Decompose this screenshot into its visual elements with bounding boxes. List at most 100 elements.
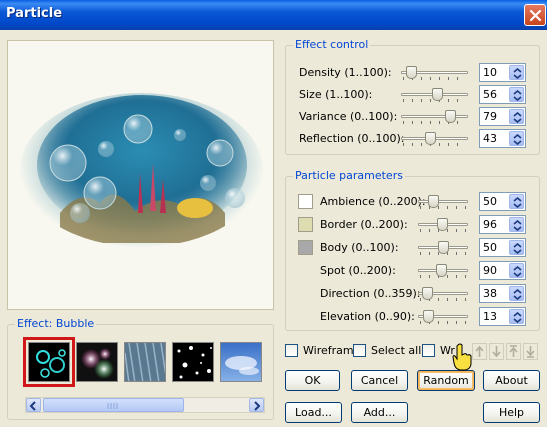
particle-param-spin-5[interactable]: 13 (479, 307, 526, 326)
effect-thumbnail-bubble[interactable] (23, 337, 75, 387)
particle-param-slider-3[interactable] (418, 264, 468, 278)
preview-pane (7, 40, 274, 310)
particle-param-value-0[interactable]: 50 (483, 195, 497, 208)
effect-control-slider-2[interactable] (401, 110, 468, 124)
effect-control-value-1[interactable]: 56 (483, 88, 497, 101)
particle-param-value-2[interactable]: 50 (483, 241, 497, 254)
effect-control-label-1: Size (1..100): (299, 88, 373, 101)
wireframe-label: Wireframe (303, 344, 361, 357)
close-button[interactable] (524, 4, 546, 26)
particle-param-swatch-1[interactable] (298, 217, 313, 232)
effect-control-spin-arrows-3[interactable] (509, 131, 524, 146)
effect-control-title: Effect control (293, 38, 371, 51)
particle-param-slider-5[interactable] (418, 310, 468, 324)
scroll-thumb[interactable] (43, 398, 184, 412)
particle-param-spin-arrows-4[interactable] (509, 286, 524, 301)
effect-control-slider-0[interactable] (401, 66, 468, 80)
select-all-checkbox-box[interactable] (353, 344, 366, 357)
move-top-button[interactable] (472, 343, 487, 360)
particle-param-spin-4[interactable]: 38 (479, 284, 526, 303)
move-down-button[interactable] (489, 343, 504, 360)
effect-control-slider-thumb-2[interactable] (445, 110, 456, 123)
effect-control-spin-arrows-1[interactable] (509, 87, 524, 102)
spin-up-down-icon (513, 112, 522, 123)
particle-param-slider-1[interactable] (418, 218, 468, 232)
particle-param-slider-thumb-1[interactable] (437, 218, 448, 231)
particle-param-label-0: Ambience (0..200): (320, 195, 426, 208)
arrow-down-bar-icon (526, 346, 535, 358)
effect-control-value-0[interactable]: 10 (483, 66, 497, 79)
add-button[interactable]: Add... (351, 402, 408, 423)
particle-param-spin-2[interactable]: 50 (479, 238, 526, 257)
chevron-left-icon (29, 401, 36, 411)
particle-param-slider-thumb-2[interactable] (438, 241, 449, 254)
about-button[interactable]: About (483, 370, 540, 391)
wrap-checkbox-box[interactable] (422, 344, 435, 357)
effect-thumbnail-rain[interactable] (124, 342, 166, 382)
particle-param-slider-thumb-0[interactable] (428, 195, 439, 208)
particle-param-slider-0[interactable] (418, 195, 468, 209)
effect-control-spin-1[interactable]: 56 (479, 85, 526, 104)
effect-control-slider-thumb-0[interactable] (406, 66, 417, 79)
effect-control-slider-1[interactable] (401, 88, 468, 102)
particle-param-spin-0[interactable]: 50 (479, 192, 526, 211)
spin-up-down-icon (513, 68, 522, 79)
effect-control-value-2[interactable]: 79 (483, 110, 497, 123)
particle-param-value-1[interactable]: 96 (483, 218, 497, 231)
effect-control-slider-thumb-3[interactable] (425, 132, 436, 145)
effect-scrollbar[interactable] (25, 397, 265, 413)
effect-control-spin-3[interactable]: 43 (479, 129, 526, 148)
particle-param-spin-3[interactable]: 90 (479, 261, 526, 280)
effect-control-slider-thumb-1[interactable] (432, 88, 443, 101)
particle-param-label-5: Elevation (0..90): (320, 310, 415, 323)
effect-control-value-3[interactable]: 43 (483, 132, 497, 145)
particle-param-spin-arrows-3[interactable] (509, 263, 524, 278)
help-button[interactable]: Help (483, 402, 540, 423)
select-all-label: Select all (371, 344, 422, 357)
cancel-button[interactable]: Cancel (351, 370, 408, 391)
particle-param-swatch-0[interactable] (298, 194, 313, 209)
ok-button[interactable]: OK (285, 370, 340, 391)
scroll-left-button[interactable] (26, 398, 41, 412)
particle-param-label-2: Body (0..100): (320, 241, 399, 254)
effect-control-spin-arrows-2[interactable] (509, 109, 524, 124)
particle-param-value-4[interactable]: 38 (483, 287, 497, 300)
particle-param-slider-4[interactable] (418, 287, 468, 301)
spin-up-down-icon (513, 134, 522, 145)
arrow-up-bar-icon (475, 345, 484, 357)
preview-image (20, 93, 263, 247)
effect-control-spin-arrows-0[interactable] (509, 65, 524, 80)
wireframe-checkbox-box[interactable] (285, 344, 298, 357)
move-up-button[interactable] (506, 343, 521, 360)
particle-param-spin-arrows-5[interactable] (509, 309, 524, 324)
particle-param-spin-arrows-1[interactable] (509, 217, 524, 232)
particle-param-spin-arrows-2[interactable] (509, 240, 524, 255)
particle-param-swatch-2[interactable] (298, 240, 313, 255)
scroll-right-button[interactable] (249, 398, 264, 412)
effect-thumbnail-glow[interactable] (76, 342, 118, 382)
select-all-checkbox[interactable]: Select all (353, 344, 422, 358)
random-button[interactable]: Random (417, 370, 475, 391)
grip-icon (107, 403, 118, 409)
effect-thumbnail-stars[interactable] (172, 342, 214, 382)
wireframe-checkbox[interactable]: Wireframe (285, 344, 360, 358)
effect-control-spin-2[interactable]: 79 (479, 107, 526, 126)
close-x-icon (529, 9, 542, 22)
particle-param-slider-thumb-4[interactable] (422, 287, 433, 300)
effect-control-spin-0[interactable]: 10 (479, 63, 526, 82)
particle-param-value-3[interactable]: 90 (483, 264, 497, 277)
load-button[interactable]: Load... (285, 402, 342, 423)
effect-control-label-3: Reflection (0..100): (299, 132, 405, 145)
particle-param-value-5[interactable]: 13 (483, 310, 497, 323)
particle-param-slider-thumb-3[interactable] (436, 264, 447, 277)
particle-param-slider-thumb-5[interactable] (423, 310, 434, 323)
particle-param-spin-1[interactable]: 96 (479, 215, 526, 234)
move-bottom-button[interactable] (523, 343, 538, 360)
effect-control-slider-3[interactable] (401, 132, 468, 146)
particle-param-slider-2[interactable] (418, 241, 468, 255)
effect-thumbnail-clouds[interactable] (220, 342, 262, 382)
effect-control-label-0: Density (1..100): (299, 66, 392, 79)
particle-param-spin-arrows-0[interactable] (509, 194, 524, 209)
effect-control-label-2: Variance (0..100): (299, 110, 398, 123)
spin-up-down-icon (513, 289, 522, 300)
